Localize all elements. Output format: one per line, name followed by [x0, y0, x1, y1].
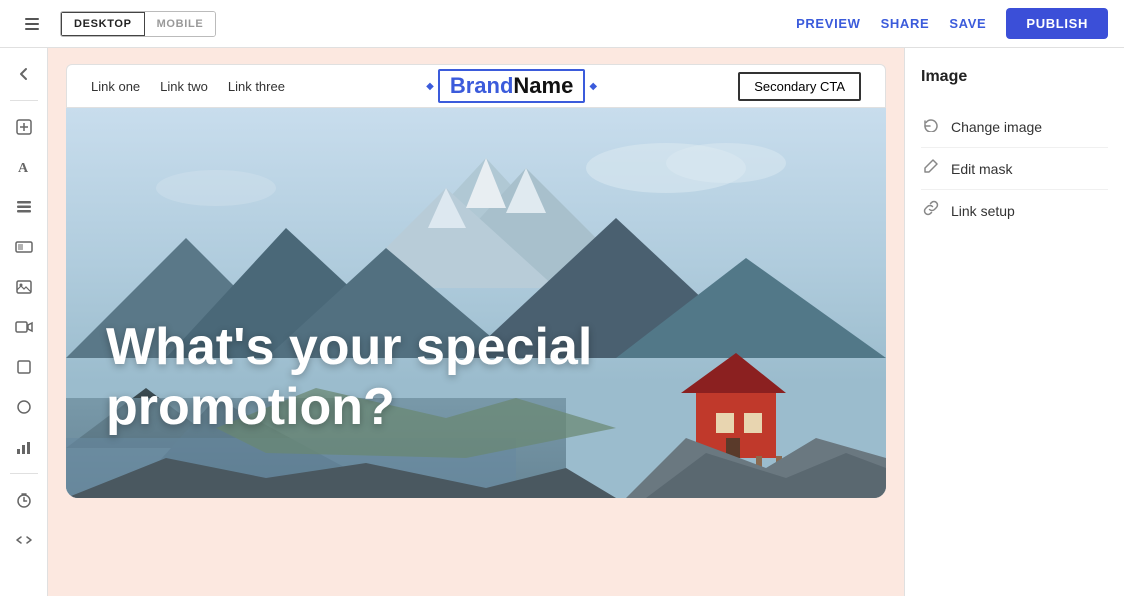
main-area: A: [0, 48, 1124, 596]
change-image-item[interactable]: Change image: [921, 106, 1108, 148]
secondary-cta-button[interactable]: Secondary CTA: [738, 72, 861, 101]
change-image-icon: [921, 116, 941, 137]
sidebar-divider-1: [10, 100, 38, 101]
hero-text: What's your special promotion?: [106, 318, 706, 438]
rows-icon[interactable]: [6, 189, 42, 225]
back-nav-icon[interactable]: [6, 56, 42, 92]
hero-svg: [66, 108, 886, 498]
brand-text-rest: Name: [513, 73, 573, 99]
brand-anchor-left: ◆: [426, 81, 434, 92]
mobile-button[interactable]: MOBILE: [145, 12, 216, 36]
brand-text-highlight: Brand: [450, 73, 514, 99]
add-section-icon[interactable]: [6, 109, 42, 145]
edit-mask-icon: [921, 158, 941, 179]
desktop-button[interactable]: DESKTOP: [60, 11, 146, 37]
publish-button[interactable]: PUBLISH: [1006, 8, 1108, 39]
link-setup-icon: [921, 200, 941, 221]
edit-mask-item[interactable]: Edit mask: [921, 148, 1108, 190]
canvas-navbar: Link one Link two Link three ◆ BrandName…: [66, 64, 886, 108]
brand-anchor-right: ◆: [589, 81, 597, 92]
nav-brand[interactable]: BrandName: [438, 69, 585, 103]
edit-mask-label: Edit mask: [951, 161, 1012, 177]
nav-links: Link one Link two Link three: [91, 79, 285, 94]
left-sidebar: A: [0, 48, 48, 596]
video-icon[interactable]: [6, 309, 42, 345]
nav-link-3[interactable]: Link three: [228, 79, 285, 94]
top-bar-right: PREVIEW SHARE SAVE PUBLISH: [796, 8, 1108, 39]
share-button[interactable]: SHARE: [881, 16, 930, 31]
nav-link-1[interactable]: Link one: [91, 79, 140, 94]
back-button[interactable]: [16, 8, 48, 40]
code-icon[interactable]: [6, 522, 42, 558]
preview-button[interactable]: PREVIEW: [796, 16, 861, 31]
box-icon[interactable]: [6, 349, 42, 385]
image-icon[interactable]: [6, 269, 42, 305]
sidebar-divider-2: [10, 473, 38, 474]
nav-link-2[interactable]: Link two: [160, 79, 208, 94]
timer-icon[interactable]: [6, 482, 42, 518]
panel-title: Image: [921, 68, 1108, 86]
right-panel: Image Change image Edit mask Link setup: [904, 48, 1124, 596]
nav-brand-wrap: ◆ BrandName ◆: [426, 69, 597, 103]
change-image-label: Change image: [951, 119, 1042, 135]
circle-icon[interactable]: [6, 389, 42, 425]
chart-icon[interactable]: [6, 429, 42, 465]
save-button[interactable]: SAVE: [949, 16, 986, 31]
media-query-icon[interactable]: [6, 229, 42, 265]
svg-text:A: A: [18, 161, 29, 176]
canvas-area[interactable]: Link one Link two Link three ◆ BrandName…: [48, 48, 904, 596]
hero-image[interactable]: What's your special promotion?: [66, 108, 886, 498]
text-icon[interactable]: A: [6, 149, 42, 185]
top-bar-left: DESKTOP MOBILE: [16, 8, 216, 40]
link-setup-item[interactable]: Link setup: [921, 190, 1108, 231]
top-bar: DESKTOP MOBILE PREVIEW SHARE SAVE PUBLIS…: [0, 0, 1124, 48]
device-toggle: DESKTOP MOBILE: [60, 11, 216, 37]
canvas-inner: Link one Link two Link three ◆ BrandName…: [66, 64, 886, 580]
link-setup-label: Link setup: [951, 203, 1015, 219]
